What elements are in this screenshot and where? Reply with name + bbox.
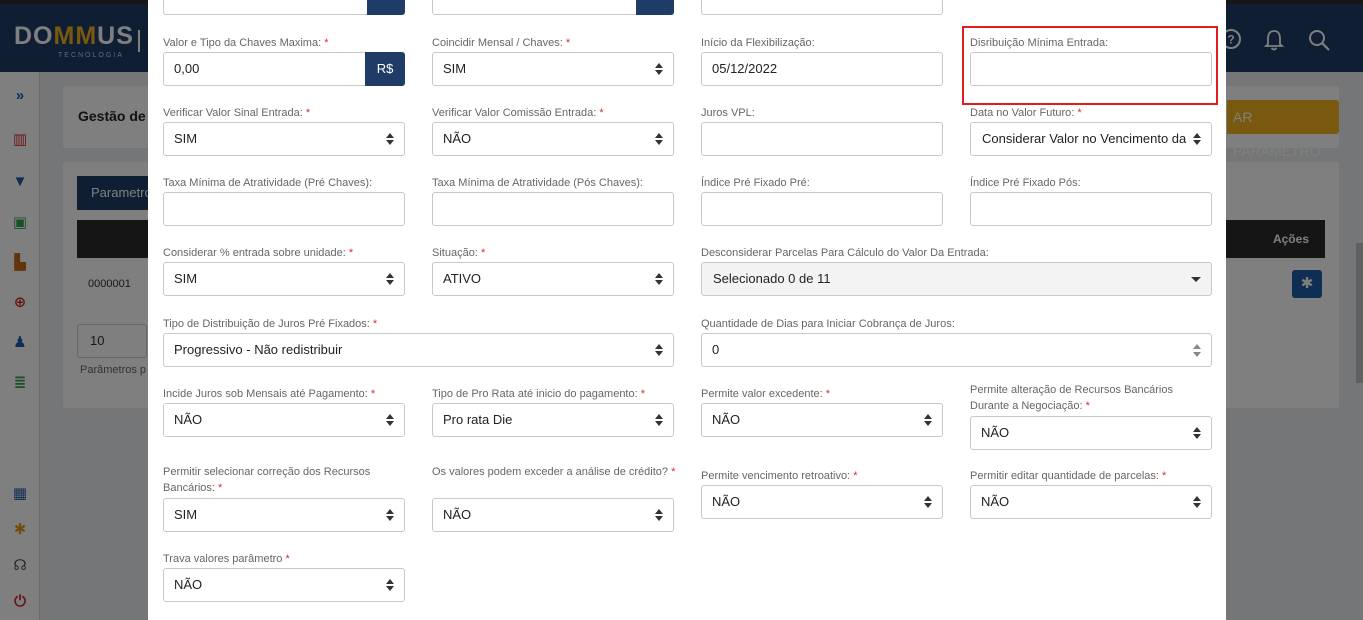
- select-arrows-icon: [1193, 133, 1201, 145]
- indice-pos-input[interactable]: [970, 192, 1212, 226]
- select-arrows-icon: [386, 414, 394, 426]
- field-alteracao-recursos: Permite alteração de Recursos Bancários …: [970, 382, 1212, 450]
- exceder-credito-select[interactable]: NÃO: [432, 498, 674, 532]
- tipo-distribuicao-select[interactable]: Progressivo - Não redistribuir: [163, 333, 674, 367]
- incide-juros-select[interactable]: NÃO: [163, 403, 405, 437]
- select-arrows-icon: [655, 509, 663, 521]
- select-arrows-icon: [924, 496, 932, 508]
- field-indice-pre: Índice Pré Fixado Pré:: [701, 175, 943, 227]
- considerar-entrada-select[interactable]: SIM: [163, 262, 405, 296]
- select-arrows-icon: [655, 273, 663, 285]
- taxa-pre-input[interactable]: [163, 192, 405, 226]
- select-arrows-icon: [1193, 427, 1201, 439]
- field-coincidir-mensal: Coincidir Mensal / Chaves: * SIM: [432, 35, 674, 87]
- select-arrows-icon: [386, 579, 394, 591]
- trava-valores-select[interactable]: NÃO: [163, 568, 405, 602]
- indice-pre-input[interactable]: [701, 192, 943, 226]
- field-qtd-dias: Quantidade de Dias para Iniciar Cobrança…: [701, 316, 1212, 368]
- select-arrows-icon: [655, 414, 663, 426]
- field-verificar-sinal: Verificar Valor Sinal Entrada: * SIM: [163, 105, 405, 157]
- qtd-dias-input[interactable]: 0: [701, 333, 1212, 367]
- select-arrows-icon: [655, 63, 663, 75]
- field-incide-juros: Incide Juros sob Mensais até Pagamento: …: [163, 386, 405, 438]
- field-vencimento-retroativo: Permite vencimento retroativo: * NÃO: [701, 468, 943, 520]
- inicio-flex-input[interactable]: 05/12/2022: [701, 52, 943, 86]
- chevron-down-icon: [1191, 277, 1201, 282]
- partial-addon-2: [636, 0, 674, 15]
- field-correcao-recursos: Permitir selecionar correção dos Recurso…: [163, 464, 405, 532]
- field-indice-pos: Índice Pré Fixado Pós:: [970, 175, 1212, 227]
- highlight-box: [962, 26, 1218, 105]
- valor-excedente-select[interactable]: NÃO: [701, 403, 943, 437]
- partial-addon-1: [367, 0, 405, 15]
- select-arrows-icon: [386, 509, 394, 521]
- taxa-pos-input[interactable]: [432, 192, 674, 226]
- coincidir-mensal-select[interactable]: SIM: [432, 52, 674, 86]
- vencimento-retroativo-select[interactable]: NÃO: [701, 485, 943, 519]
- field-exceder-credito: Os valores podem exceder a análise de cr…: [432, 464, 675, 532]
- alteracao-recursos-select[interactable]: NÃO: [970, 416, 1212, 450]
- field-data-valor-futuro: Data no Valor Futuro: * Considerar Valor…: [970, 105, 1212, 157]
- correcao-recursos-select[interactable]: SIM: [163, 498, 405, 532]
- verificar-comissao-select[interactable]: NÃO: [432, 122, 674, 156]
- field-situacao: Situação: * ATIVO: [432, 245, 674, 297]
- field-pro-rata: Tipo de Pro Rata até inicio do pagamento…: [432, 386, 674, 438]
- field-considerar-entrada: Considerar % entrada sobre unidade: * SI…: [163, 245, 405, 297]
- pro-rata-select[interactable]: Pro rata Die: [432, 403, 674, 437]
- data-valor-futuro-select[interactable]: Considerar Valor no Vencimento da: [970, 122, 1212, 156]
- field-desconsiderar-parcelas: Desconsiderar Parcelas Para Cálculo do V…: [701, 245, 1212, 297]
- field-valor-tipo-chaves: Valor e Tipo da Chaves Maxima: * 0,00 R$: [163, 35, 405, 87]
- field-taxa-pre: Taxa Mínima de Atratividade (Pré Chaves)…: [163, 175, 405, 227]
- field-editar-parcelas: Permitir editar quantidade de parcelas: …: [970, 468, 1212, 520]
- select-arrows-icon: [1193, 496, 1201, 508]
- situacao-select[interactable]: ATIVO: [432, 262, 674, 296]
- number-spinner-icon[interactable]: [1193, 344, 1201, 358]
- valor-chaves-input[interactable]: 0,00: [163, 52, 366, 86]
- editar-parcelas-select[interactable]: NÃO: [970, 485, 1212, 519]
- partial-input-3[interactable]: [701, 0, 943, 15]
- field-verificar-comissao: Verificar Valor Comissão Entrada: * NÃO: [432, 105, 674, 157]
- field-trava-valores: Trava valores parâmetro * NÃO: [163, 551, 405, 603]
- select-arrows-icon: [924, 414, 932, 426]
- juros-vpl-input[interactable]: [701, 122, 943, 156]
- select-arrows-icon: [386, 273, 394, 285]
- verificar-sinal-select[interactable]: SIM: [163, 122, 405, 156]
- field-valor-excedente: Permite valor excedente: * NÃO: [701, 386, 943, 438]
- field-tipo-distribuicao: Tipo de Distribuição de Juros Pré Fixado…: [163, 316, 674, 368]
- field-juros-vpl: Juros VPL:: [701, 105, 943, 157]
- select-arrows-icon: [386, 133, 394, 145]
- select-arrows-icon: [655, 344, 663, 356]
- field-inicio-flex: Início da Flexibilização: 05/12/2022: [701, 35, 943, 87]
- desconsiderar-parcelas-multiselect[interactable]: Selecionado 0 de 11: [701, 262, 1212, 296]
- field-taxa-pos: Taxa Mínima de Atratividade (Pós Chaves)…: [432, 175, 674, 227]
- select-arrows-icon: [655, 133, 663, 145]
- currency-addon: R$: [365, 52, 405, 86]
